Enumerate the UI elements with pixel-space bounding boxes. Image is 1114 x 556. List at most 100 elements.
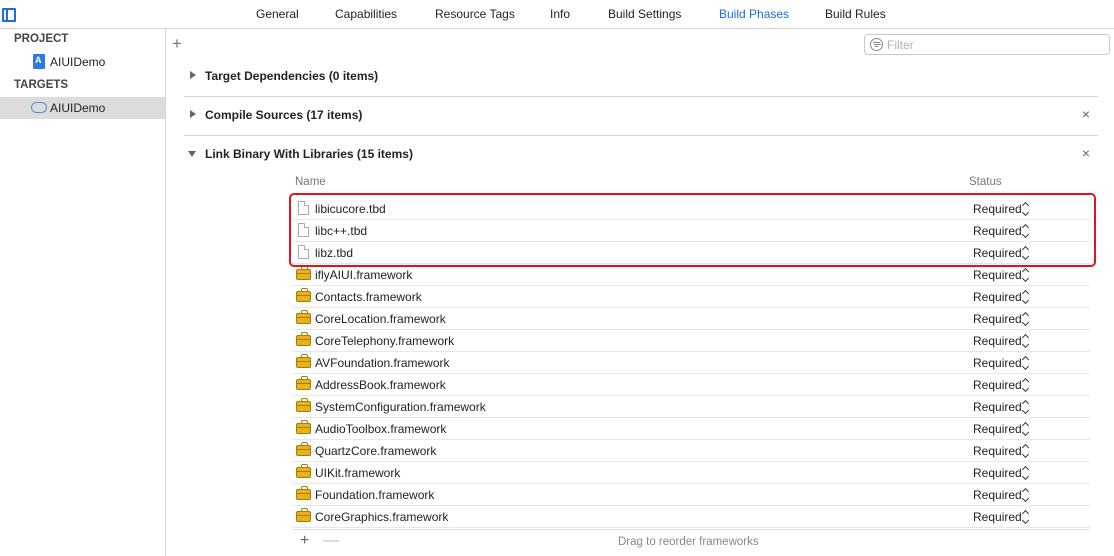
- phase-title: Compile Sources (17 items): [205, 108, 363, 122]
- target-icon: [31, 102, 47, 113]
- project-header: PROJECT: [14, 33, 69, 45]
- sidebar-item-label: AIUIDemo: [50, 55, 106, 69]
- status-popup-arrows-icon[interactable]: [1022, 377, 1032, 393]
- status-popup-arrows-icon[interactable]: [1022, 509, 1032, 525]
- add-build-phase-button[interactable]: +: [172, 34, 182, 54]
- status-popup-arrows-icon[interactable]: [1022, 443, 1032, 459]
- phase-title: Link Binary With Libraries (15 items): [205, 147, 413, 161]
- table-row[interactable]: CoreGraphics.framework Required: [292, 506, 1090, 528]
- status-value[interactable]: Required: [973, 444, 1022, 458]
- column-header-name[interactable]: Name: [295, 176, 326, 188]
- table-row[interactable]: QuartzCore.framework Required: [292, 440, 1090, 462]
- table-row[interactable]: Foundation.framework Required: [292, 484, 1090, 506]
- table-row[interactable]: CoreLocation.framework Required: [292, 308, 1090, 330]
- library-name: AddressBook.framework: [315, 378, 446, 392]
- phase-compile-sources[interactable]: Compile Sources (17 items) ×: [184, 96, 1098, 135]
- framework-icon: [296, 442, 311, 456]
- status-value[interactable]: Required: [973, 378, 1022, 392]
- status-popup-arrows-icon[interactable]: [1022, 465, 1032, 481]
- close-icon[interactable]: ×: [1082, 145, 1090, 161]
- editor-tab-bar: General Capabilities Resource Tags Info …: [0, 0, 1114, 29]
- status-popup-arrows-icon[interactable]: [1022, 399, 1032, 415]
- tab-build-phases[interactable]: Build Phases: [719, 7, 789, 21]
- status-popup-arrows-icon[interactable]: [1022, 267, 1032, 283]
- library-name: CoreTelephony.framework: [315, 334, 455, 348]
- table-row[interactable]: AudioToolbox.framework Required: [292, 418, 1090, 440]
- framework-icon: [296, 266, 311, 280]
- close-icon[interactable]: ×: [1082, 106, 1090, 122]
- disclosure-triangle-icon[interactable]: [188, 151, 196, 157]
- framework-icon: [296, 376, 311, 390]
- library-name: AVFoundation.framework: [315, 356, 450, 370]
- library-name: CoreGraphics.framework: [315, 510, 449, 524]
- status-value[interactable]: Required: [973, 312, 1022, 326]
- library-name: QuartzCore.framework: [315, 444, 437, 458]
- framework-icon: [296, 310, 311, 324]
- highlight-box: [289, 193, 1096, 267]
- tab-general[interactable]: General: [256, 7, 299, 21]
- framework-icon: [296, 398, 311, 412]
- add-framework-button[interactable]: +: [300, 532, 309, 550]
- status-popup-arrows-icon[interactable]: [1022, 421, 1032, 437]
- remove-framework-button[interactable]: —: [323, 532, 339, 550]
- table-row[interactable]: CoreTelephony.framework Required: [292, 330, 1090, 352]
- status-value[interactable]: Required: [973, 356, 1022, 370]
- table-row[interactable]: SystemConfiguration.framework Required: [292, 396, 1090, 418]
- status-popup-arrows-icon[interactable]: [1022, 289, 1032, 305]
- framework-icon: [296, 464, 311, 478]
- status-value[interactable]: Required: [973, 466, 1022, 480]
- table-header: Name Status: [292, 175, 1090, 195]
- status-popup-arrows-icon[interactable]: [1022, 333, 1032, 349]
- status-value[interactable]: Required: [973, 422, 1022, 436]
- reorder-hint: Drag to reorder frameworks: [618, 536, 759, 548]
- filter-field[interactable]: Filter: [864, 34, 1110, 55]
- phase-title: Target Dependencies (0 items): [205, 69, 379, 83]
- tab-info[interactable]: Info: [550, 7, 570, 21]
- tab-capabilities[interactable]: Capabilities: [335, 7, 397, 21]
- targets-header: TARGETS: [14, 79, 69, 91]
- status-value[interactable]: Required: [973, 334, 1022, 348]
- status-popup-arrows-icon[interactable]: [1022, 355, 1032, 371]
- sidebar-item-project[interactable]: AIUIDemo: [0, 51, 165, 73]
- framework-icon: [296, 332, 311, 346]
- library-name: Foundation.framework: [315, 488, 435, 502]
- table-row[interactable]: UIKit.framework Required: [292, 462, 1090, 484]
- table-row[interactable]: Contacts.framework Required: [292, 286, 1090, 308]
- status-value[interactable]: Required: [973, 268, 1022, 282]
- filter-icon: [870, 38, 883, 51]
- sidebar-item-target[interactable]: AIUIDemo: [0, 97, 165, 119]
- framework-icon: [296, 354, 311, 368]
- library-name: Contacts.framework: [315, 290, 422, 304]
- table-row[interactable]: AddressBook.framework Required: [292, 374, 1090, 396]
- library-name: iflyAIUI.framework: [315, 268, 413, 282]
- status-popup-arrows-icon[interactable]: [1022, 311, 1032, 327]
- project-navigator: PROJECT AIUIDemo TARGETS AIUIDemo: [0, 29, 166, 556]
- table-footer: + — Drag to reorder frameworks: [292, 529, 1090, 553]
- library-name: CoreLocation.framework: [315, 312, 446, 326]
- tab-build-settings[interactable]: Build Settings: [608, 7, 681, 21]
- disclosure-triangle-icon[interactable]: [190, 110, 196, 118]
- framework-icon: [296, 288, 311, 302]
- disclosure-triangle-icon[interactable]: [190, 71, 196, 79]
- library-name: UIKit.framework: [315, 466, 401, 480]
- status-value[interactable]: Required: [973, 488, 1022, 502]
- filter-placeholder: Filter: [887, 38, 914, 52]
- tab-build-rules[interactable]: Build Rules: [825, 7, 886, 21]
- sidebar-toggle-icon[interactable]: [2, 8, 16, 22]
- build-phases-editor: + Filter Target Dependencies (0 items) C…: [166, 29, 1114, 556]
- sidebar-item-label: AIUIDemo: [50, 101, 106, 115]
- table-row[interactable]: AVFoundation.framework Required: [292, 352, 1090, 374]
- phase-target-dependencies[interactable]: Target Dependencies (0 items): [184, 57, 1098, 96]
- status-value[interactable]: Required: [973, 290, 1022, 304]
- framework-icon: [296, 486, 311, 500]
- framework-icon: [296, 420, 311, 434]
- column-header-status[interactable]: Status: [969, 176, 1002, 188]
- library-name: SystemConfiguration.framework: [315, 400, 486, 414]
- table-row[interactable]: iflyAIUI.framework Required: [292, 264, 1090, 286]
- status-value[interactable]: Required: [973, 510, 1022, 524]
- status-value[interactable]: Required: [973, 400, 1022, 414]
- tab-resource-tags[interactable]: Resource Tags: [435, 7, 515, 21]
- phase-link-binary[interactable]: Link Binary With Libraries (15 items) ×: [184, 135, 1098, 174]
- project-icon: [33, 54, 45, 69]
- status-popup-arrows-icon[interactable]: [1022, 487, 1032, 503]
